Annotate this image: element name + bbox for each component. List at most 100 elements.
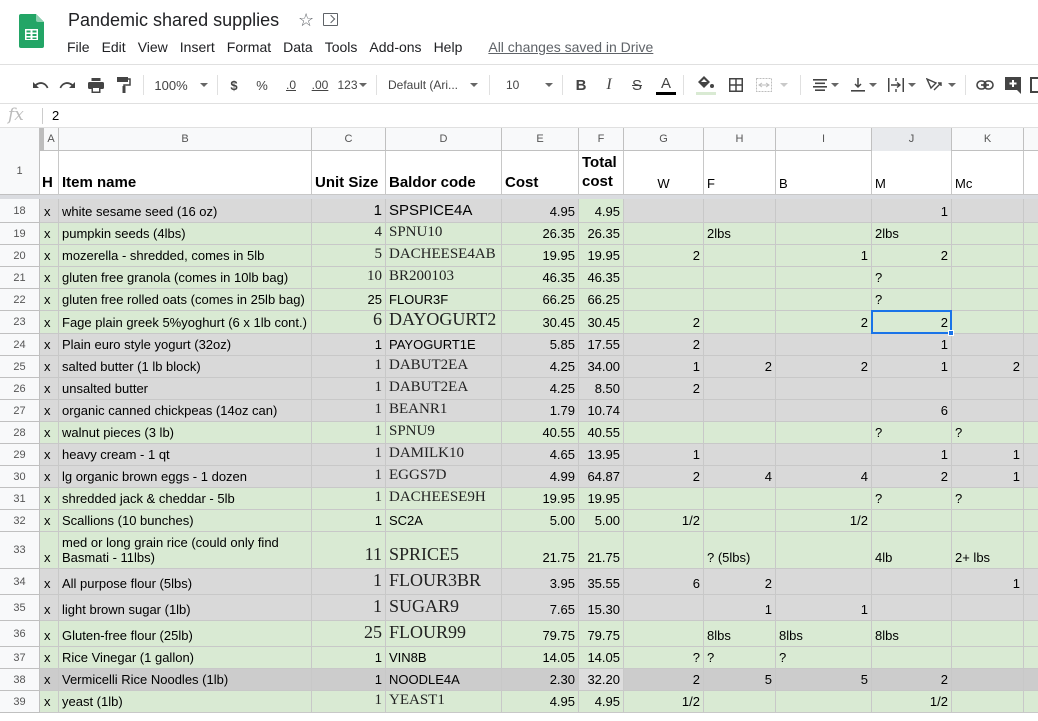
cell-c[interactable]: 1 (312, 595, 386, 621)
cell-g[interactable] (624, 595, 704, 621)
cell-c[interactable]: 1 (312, 691, 386, 713)
merge-cells-button[interactable] (752, 73, 792, 97)
cell-j[interactable]: ? (872, 422, 952, 444)
cell-g[interactable] (624, 289, 704, 311)
cell-e[interactable]: 2.30 (502, 669, 579, 691)
cell-g[interactable]: 1/2 (624, 691, 704, 713)
row-header[interactable]: 19 (0, 223, 40, 245)
cell-b[interactable]: walnut pieces (3 lb) (59, 422, 312, 444)
font-size-select[interactable]: 10 (500, 73, 558, 97)
cell-a[interactable]: x (40, 356, 59, 378)
row-header[interactable]: 24 (0, 334, 40, 356)
row-header[interactable]: 20 (0, 245, 40, 267)
cell-g[interactable]: ? (624, 647, 704, 669)
cell-b[interactable]: Rice Vinegar (1 gallon) (59, 647, 312, 669)
cell-h[interactable] (704, 289, 776, 311)
cell-l[interactable] (1024, 311, 1038, 334)
cell-c[interactable]: 25 (312, 621, 386, 647)
cell-l[interactable] (1024, 532, 1038, 569)
menu-view[interactable]: View (132, 38, 174, 56)
menu-help[interactable]: Help (428, 38, 469, 56)
cell-i[interactable] (776, 532, 872, 569)
row-header[interactable]: 34 (0, 569, 40, 595)
cell-l[interactable] (1024, 569, 1038, 595)
cell-a[interactable]: x (40, 289, 59, 311)
cell-d[interactable]: DACHEESE4AB (386, 245, 502, 267)
cell-b[interactable]: gluten free rolled oats (comes in 25lb b… (59, 289, 312, 311)
cell-h[interactable]: ? (704, 647, 776, 669)
redo-button[interactable] (58, 73, 78, 97)
cell-a[interactable]: x (40, 510, 59, 532)
horizontal-align-button[interactable] (810, 73, 842, 97)
cell-j[interactable]: 2lbs (872, 223, 952, 245)
cell-d[interactable]: FLOUR3BR (386, 569, 502, 595)
cell-h[interactable] (704, 334, 776, 356)
cell-i[interactable]: ? (776, 647, 872, 669)
vertical-align-button[interactable] (848, 73, 880, 97)
cell-j[interactable]: 8lbs (872, 621, 952, 647)
menu-tools[interactable]: Tools (319, 38, 364, 56)
cell-d[interactable]: FLOUR99 (386, 621, 502, 647)
cell-d[interactable]: VIN8B (386, 647, 502, 669)
cell-f[interactable]: 15.30 (579, 595, 624, 621)
header-cell-a[interactable]: H (40, 151, 59, 195)
cell-b[interactable]: heavy cream - 1 qt (59, 444, 312, 466)
move-to-folder-icon[interactable] (323, 13, 338, 26)
cell-c[interactable]: 6 (312, 311, 386, 334)
cell-e[interactable]: 5.00 (502, 510, 579, 532)
cell-d[interactable]: EGGS7D (386, 466, 502, 488)
cell-b[interactable]: Vermicelli Rice Noodles (1lb) (59, 669, 312, 691)
formula-input[interactable]: 2 (52, 108, 59, 123)
cell-c[interactable]: 1 (312, 444, 386, 466)
cell-k[interactable]: 1 (952, 444, 1024, 466)
column-header-g[interactable]: G (624, 128, 704, 151)
cell-i[interactable] (776, 267, 872, 289)
cell-l[interactable] (1024, 669, 1038, 691)
cell-f[interactable]: 4.95 (579, 691, 624, 713)
cell-c[interactable]: 1 (312, 647, 386, 669)
fill-handle[interactable] (948, 330, 954, 336)
cell-d[interactable]: SPNU9 (386, 422, 502, 444)
cell-b[interactable]: organic canned chickpeas (14oz can) (59, 400, 312, 422)
cell-h[interactable]: ? (5lbs) (704, 532, 776, 569)
cell-e[interactable]: 46.35 (502, 267, 579, 289)
cell-c[interactable]: 1 (312, 466, 386, 488)
row-header[interactable]: 31 (0, 488, 40, 510)
cell-e[interactable]: 4.25 (502, 378, 579, 400)
cell-c[interactable]: 25 (312, 289, 386, 311)
cell-e[interactable]: 5.85 (502, 334, 579, 356)
cell-e[interactable]: 4.95 (502, 199, 579, 223)
menu-format[interactable]: Format (221, 38, 277, 56)
row-header[interactable]: 36 (0, 621, 40, 647)
cell-l[interactable] (1024, 647, 1038, 669)
cell-g[interactable]: 2 (624, 466, 704, 488)
cell-d[interactable]: FLOUR3F (386, 289, 502, 311)
cell-f[interactable]: 17.55 (579, 334, 624, 356)
cell-e[interactable]: 40.55 (502, 422, 579, 444)
column-header-c[interactable]: C (312, 128, 386, 151)
cell-j[interactable]: 2 (872, 311, 952, 334)
cell-i[interactable] (776, 569, 872, 595)
save-status-link[interactable]: All changes saved in Drive (482, 38, 659, 56)
cell-j[interactable]: ? (872, 488, 952, 510)
cell-g[interactable]: 2 (624, 669, 704, 691)
cell-j[interactable] (872, 378, 952, 400)
cell-f[interactable]: 26.35 (579, 223, 624, 245)
cell-a[interactable]: x (40, 466, 59, 488)
more-formats-button[interactable]: 123 (336, 73, 368, 97)
row-header[interactable]: 27 (0, 400, 40, 422)
cell-k[interactable] (952, 199, 1024, 223)
header-cell-i[interactable]: B (776, 151, 872, 195)
cell-f[interactable]: 40.55 (579, 422, 624, 444)
row-header[interactable]: 39 (0, 691, 40, 713)
cell-c[interactable]: 1 (312, 400, 386, 422)
cell-l[interactable] (1024, 444, 1038, 466)
cell-a[interactable]: x (40, 245, 59, 267)
cell-j[interactable]: 2 (872, 245, 952, 267)
cell-g[interactable] (624, 400, 704, 422)
paint-format-button[interactable] (114, 73, 134, 97)
text-wrapping-button[interactable] (886, 73, 918, 97)
cell-i[interactable]: 1 (776, 595, 872, 621)
cell-j[interactable]: 2 (872, 669, 952, 691)
cell-k[interactable] (952, 669, 1024, 691)
